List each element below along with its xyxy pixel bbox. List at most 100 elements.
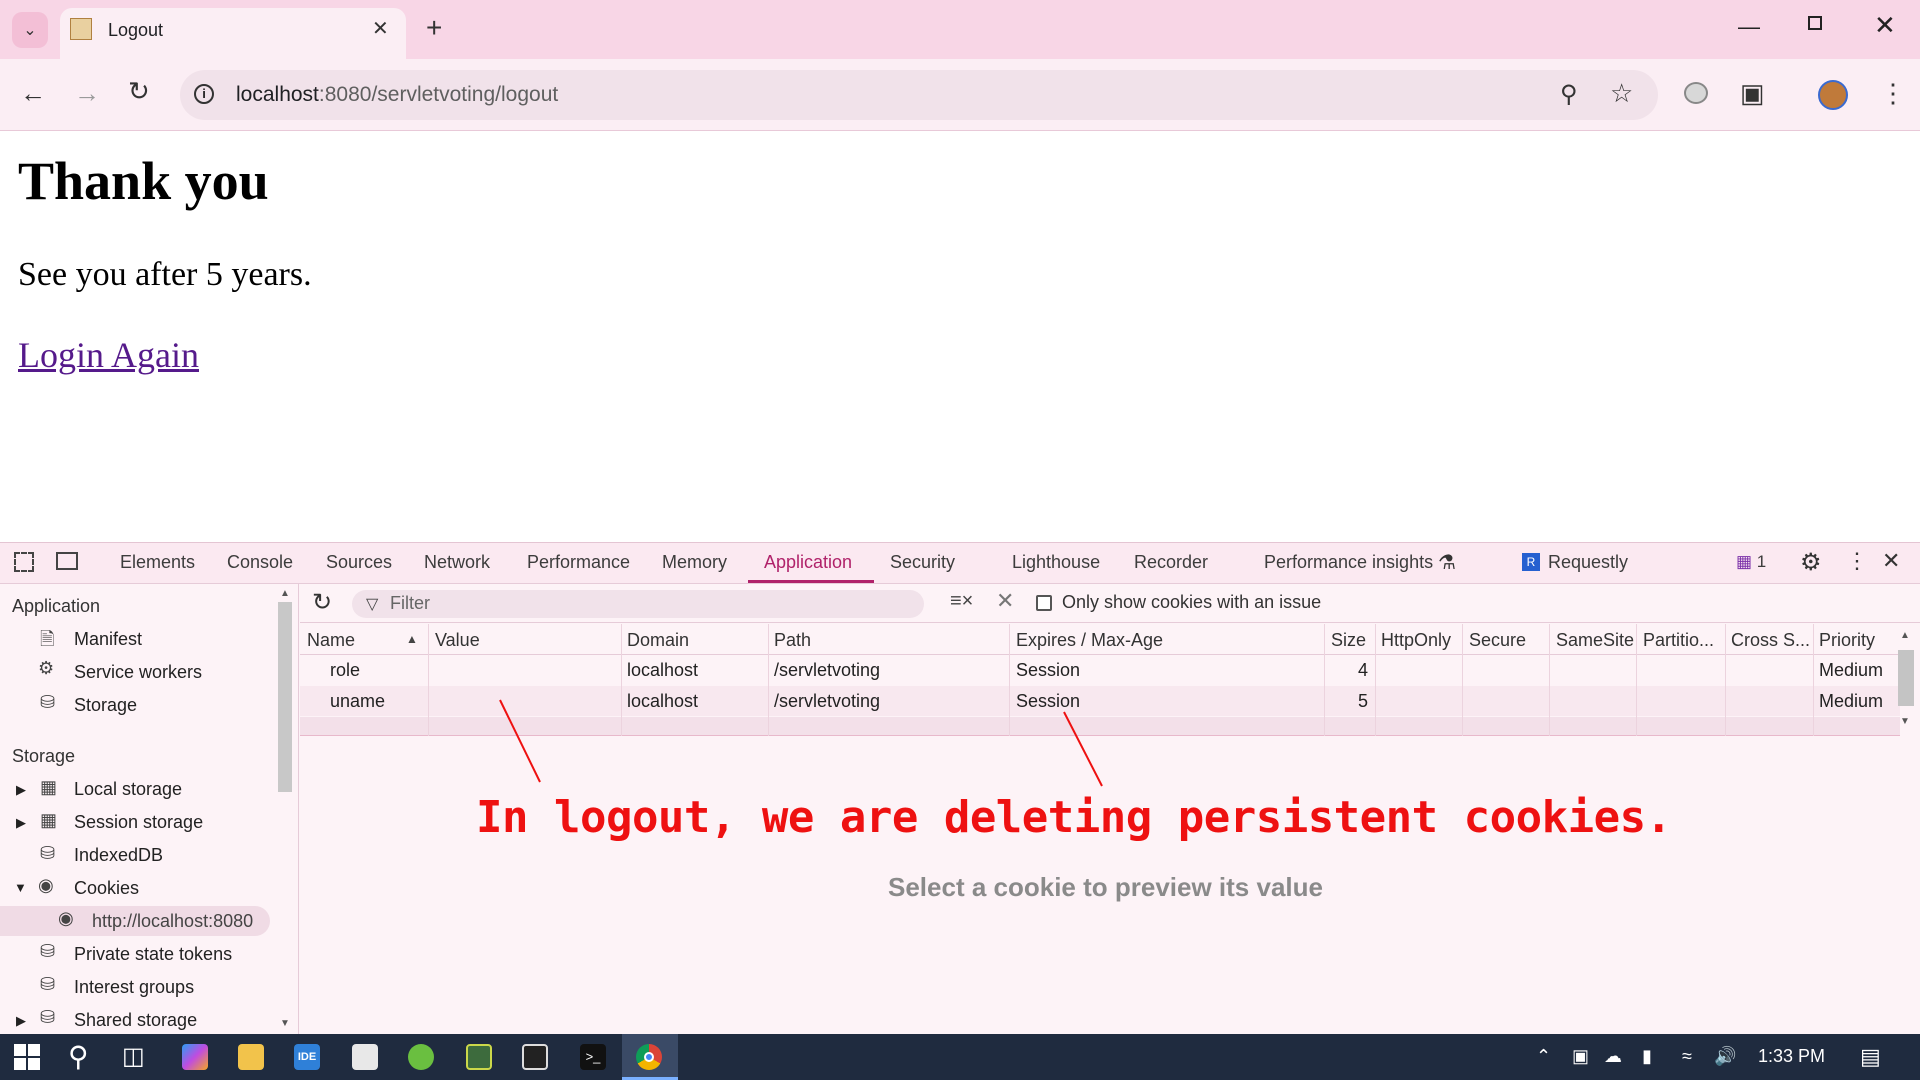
reload-icon[interactable]: ↻ bbox=[128, 76, 150, 107]
delete-selected-icon[interactable]: ✕ bbox=[996, 588, 1014, 614]
sidebar-item-private-state-tokens[interactable]: Private state tokens bbox=[74, 944, 232, 965]
gear-icon[interactable]: ⚙ bbox=[1800, 548, 1822, 577]
sidebar-item-shared-storage[interactable]: Shared storage bbox=[74, 1010, 197, 1031]
back-icon[interactable]: ← bbox=[20, 78, 46, 109]
onedrive-icon[interactable]: ☁ bbox=[1604, 1046, 1622, 1067]
column-divider bbox=[621, 624, 622, 736]
puzzle-icon[interactable]: ▣ bbox=[1740, 78, 1765, 109]
sidebar-item-manifest[interactable]: Manifest bbox=[74, 629, 142, 650]
sidebar-item-cookie-origin[interactable]: http://localhost:8080 bbox=[92, 911, 253, 932]
sidebar-scroll-thumb[interactable] bbox=[278, 602, 292, 792]
tab-performance[interactable]: Performance bbox=[527, 552, 630, 573]
zoom-icon[interactable]: ⚲ bbox=[1560, 80, 1578, 109]
tab-elements[interactable]: Elements bbox=[120, 552, 195, 573]
tab-security[interactable]: Security bbox=[890, 552, 955, 573]
intellij-idea-icon[interactable]: IDE bbox=[294, 1044, 320, 1070]
tab-requestly[interactable]: Requestly bbox=[1548, 552, 1628, 573]
chrome-icon[interactable] bbox=[636, 1044, 662, 1070]
issues-badge[interactable]: ▦ 1 bbox=[1736, 552, 1766, 572]
minimize-icon[interactable]: — bbox=[1738, 14, 1760, 40]
scroll-down-icon[interactable]: ▼ bbox=[1900, 716, 1910, 727]
profile-avatar[interactable] bbox=[1818, 80, 1848, 110]
copilot-icon[interactable] bbox=[182, 1044, 208, 1070]
search-icon[interactable]: ⚲ bbox=[68, 1040, 89, 1073]
spring-tools-icon[interactable] bbox=[408, 1044, 434, 1070]
tab-network[interactable]: Network bbox=[424, 552, 490, 573]
tab-sources[interactable]: Sources bbox=[326, 552, 392, 573]
task-view-icon[interactable]: ◫ bbox=[122, 1042, 145, 1071]
forward-icon[interactable]: → bbox=[74, 78, 100, 109]
notepad-icon[interactable] bbox=[352, 1044, 378, 1070]
sidebar-item-indexeddb[interactable]: IndexedDB bbox=[74, 845, 163, 866]
only-issue-checkbox[interactable] bbox=[1036, 595, 1052, 611]
column-header-value[interactable]: Value bbox=[435, 630, 480, 651]
column-header-expires[interactable]: Expires / Max-Age bbox=[1016, 630, 1163, 651]
sidebar-item-service-workers[interactable]: Service workers bbox=[74, 662, 202, 683]
scroll-up-icon[interactable]: ▲ bbox=[280, 588, 290, 599]
device-toolbar-icon[interactable] bbox=[56, 552, 78, 570]
sidebar-item-cookies[interactable]: Cookies bbox=[74, 878, 139, 899]
terminal-icon[interactable]: >_ bbox=[580, 1044, 606, 1070]
expand-arrow-icon[interactable]: ▶ bbox=[16, 815, 26, 831]
column-header-cross-site[interactable]: Cross S... bbox=[1731, 630, 1810, 651]
inspect-element-icon[interactable] bbox=[14, 552, 34, 572]
scroll-up-icon[interactable]: ▲ bbox=[1900, 630, 1910, 641]
notification-icon[interactable]: ▤ bbox=[1860, 1044, 1881, 1070]
tab-console[interactable]: Console bbox=[227, 552, 293, 573]
battery-icon[interactable]: ▮ bbox=[1642, 1046, 1652, 1067]
table-row[interactable] bbox=[300, 655, 1900, 685]
tab-search-icon[interactable]: ⌄ bbox=[12, 12, 48, 48]
column-header-secure[interactable]: Secure bbox=[1469, 630, 1526, 651]
expand-arrow-icon[interactable]: ▶ bbox=[16, 1013, 26, 1029]
table-row[interactable] bbox=[300, 686, 1900, 716]
meet-icon[interactable]: ▣ bbox=[1572, 1046, 1589, 1067]
close-devtools-icon[interactable]: ✕ bbox=[1882, 548, 1900, 574]
windows-start-icon[interactable] bbox=[14, 1044, 40, 1070]
collapse-arrow-icon[interactable]: ▼ bbox=[14, 880, 27, 895]
column-header-size[interactable]: Size bbox=[1331, 630, 1366, 651]
eclipse-icon[interactable] bbox=[466, 1044, 492, 1070]
tab-memory[interactable]: Memory bbox=[662, 552, 727, 573]
tab-recorder[interactable]: Recorder bbox=[1134, 552, 1208, 573]
plus-icon[interactable]: + bbox=[426, 14, 442, 42]
close-icon[interactable]: ✕ bbox=[372, 16, 389, 41]
table-scroll-thumb[interactable] bbox=[1898, 650, 1914, 706]
volume-icon[interactable]: 🔊 bbox=[1714, 1046, 1736, 1067]
tab-title[interactable]: Logout bbox=[108, 20, 163, 41]
table-icon: ▦ bbox=[40, 777, 58, 797]
chevron-up-icon[interactable]: ⌃ bbox=[1536, 1046, 1551, 1067]
info-icon[interactable]: i bbox=[194, 84, 214, 104]
star-icon[interactable]: ☆ bbox=[1610, 78, 1633, 109]
issues-icon: ▦ bbox=[1736, 552, 1757, 571]
extension-icon[interactable] bbox=[1684, 82, 1708, 104]
tab-performance-insights[interactable]: Performance insights bbox=[1264, 552, 1433, 573]
clock[interactable]: 1:33 PM bbox=[1758, 1046, 1825, 1067]
sidebar-item-session-storage[interactable]: Session storage bbox=[74, 812, 203, 833]
window-close-icon[interactable]: ✕ bbox=[1874, 10, 1896, 41]
scroll-down-icon[interactable]: ▼ bbox=[280, 1018, 290, 1029]
column-header-samesite[interactable]: SameSite bbox=[1556, 630, 1634, 651]
restore-icon[interactable] bbox=[1808, 16, 1822, 30]
column-header-partition[interactable]: Partitio... bbox=[1643, 630, 1714, 651]
column-header-domain[interactable]: Domain bbox=[627, 630, 689, 651]
filter-input[interactable] bbox=[352, 590, 924, 618]
sidebar-item-interest-groups[interactable]: Interest groups bbox=[74, 977, 194, 998]
expand-arrow-icon[interactable]: ▶ bbox=[16, 782, 26, 798]
sidebar-item-local-storage[interactable]: Local storage bbox=[74, 779, 182, 800]
column-header-httponly[interactable]: HttpOnly bbox=[1381, 630, 1451, 651]
tab-application[interactable]: Application bbox=[764, 552, 852, 573]
pycharm-icon[interactable] bbox=[522, 1044, 548, 1070]
more-icon[interactable]: ⋮ bbox=[1846, 548, 1868, 574]
more-icon[interactable]: ⋮ bbox=[1880, 78, 1906, 109]
tab-lighthouse[interactable]: Lighthouse bbox=[1012, 552, 1100, 573]
column-header-priority[interactable]: Priority bbox=[1819, 630, 1875, 651]
refresh-icon[interactable]: ↻ bbox=[312, 588, 332, 617]
column-header-path[interactable]: Path bbox=[774, 630, 811, 651]
file-explorer-icon[interactable] bbox=[238, 1044, 264, 1070]
sidebar-item-storage[interactable]: Storage bbox=[74, 695, 137, 716]
url-text[interactable]: localhost:8080/servletvoting/logout bbox=[236, 83, 558, 107]
clear-all-cookies-icon[interactable]: ≡× bbox=[950, 590, 973, 613]
column-header-name[interactable]: Name bbox=[307, 630, 355, 651]
wifi-icon[interactable]: ≈ bbox=[1682, 1046, 1692, 1067]
login-again-link[interactable]: Login Again bbox=[18, 334, 199, 376]
